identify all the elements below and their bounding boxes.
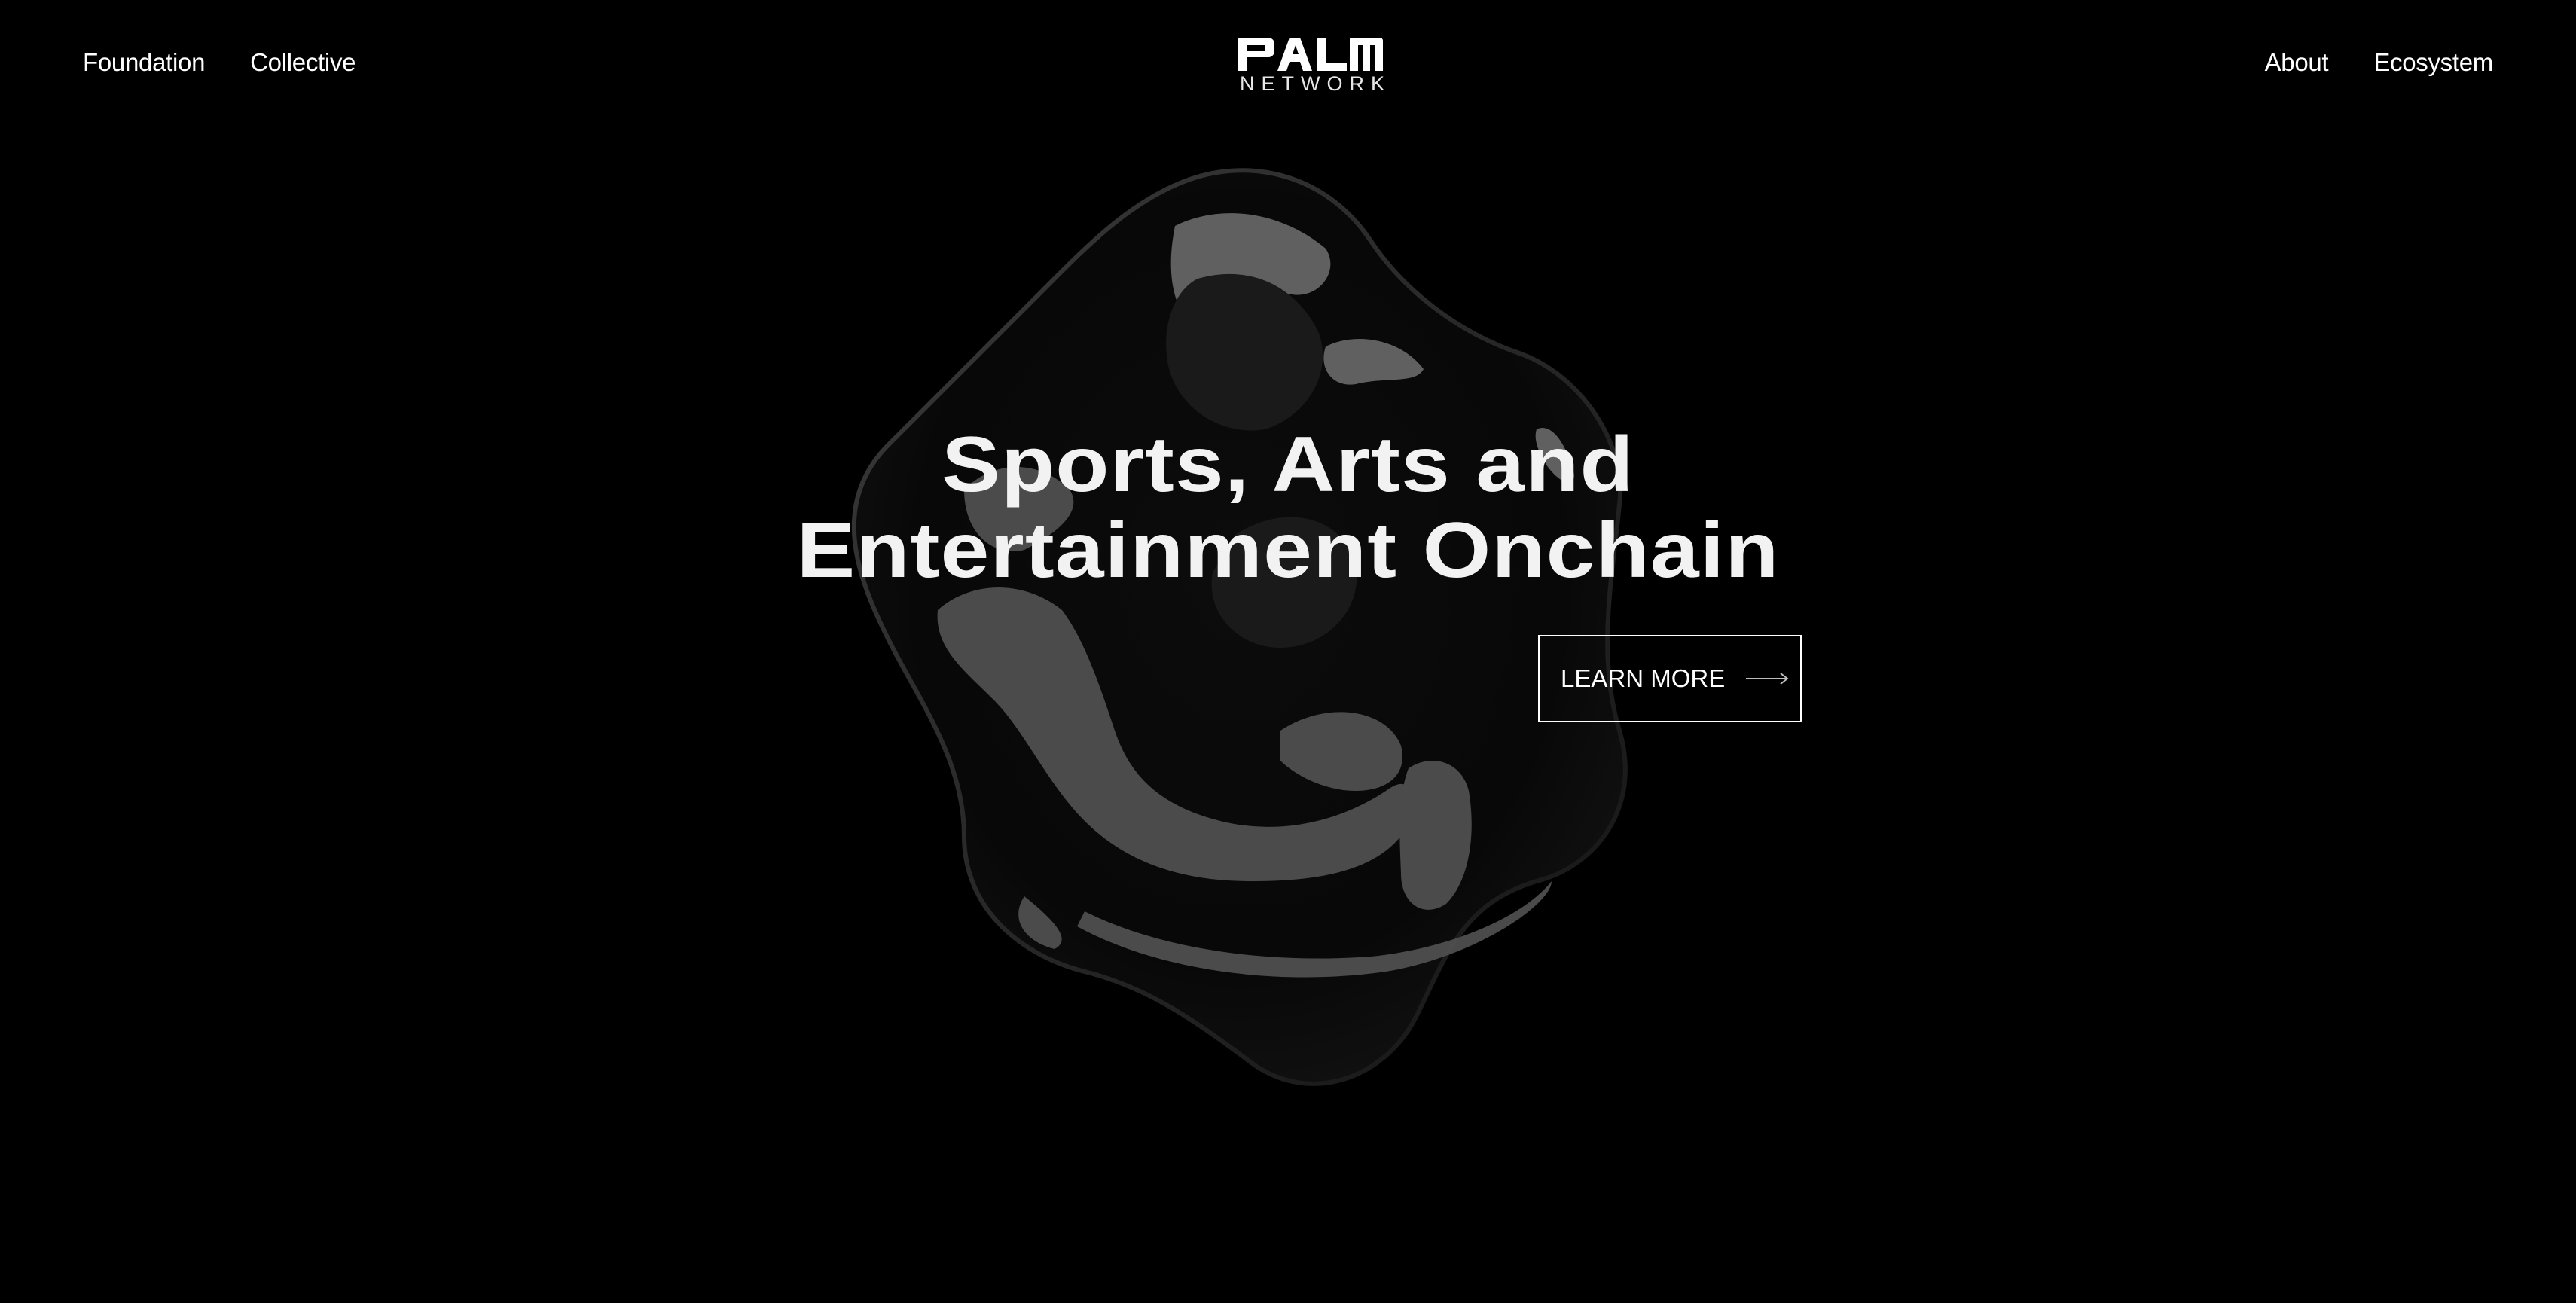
learn-more-button[interactable]: LEARN MORE [1538, 635, 1802, 722]
palm-network-logo[interactable]: NETWORK [1235, 33, 1386, 96]
hero-title: Sports, Arts and Entertainment Onchain [655, 422, 1921, 594]
nav-link-foundation[interactable]: Foundation [83, 48, 205, 77]
nav-link-about[interactable]: About [2265, 48, 2329, 77]
palm-logo-mark-icon [1238, 38, 1383, 71]
arrow-right-icon [1746, 673, 1789, 685]
nav-link-ecosystem[interactable]: Ecosystem [2373, 48, 2493, 77]
hero-title-line-1: Sports, Arts and [942, 421, 1634, 508]
logo-subtext: NETWORK [1240, 72, 1391, 95]
learn-more-label: LEARN MORE [1561, 664, 1726, 692]
hero-title-line-2: Entertainment Onchain [796, 507, 1780, 594]
nav-link-collective[interactable]: Collective [250, 48, 356, 77]
primary-nav-right: About Ecosystem [2265, 48, 2494, 77]
primary-nav-left: Foundation Collective [83, 48, 356, 77]
